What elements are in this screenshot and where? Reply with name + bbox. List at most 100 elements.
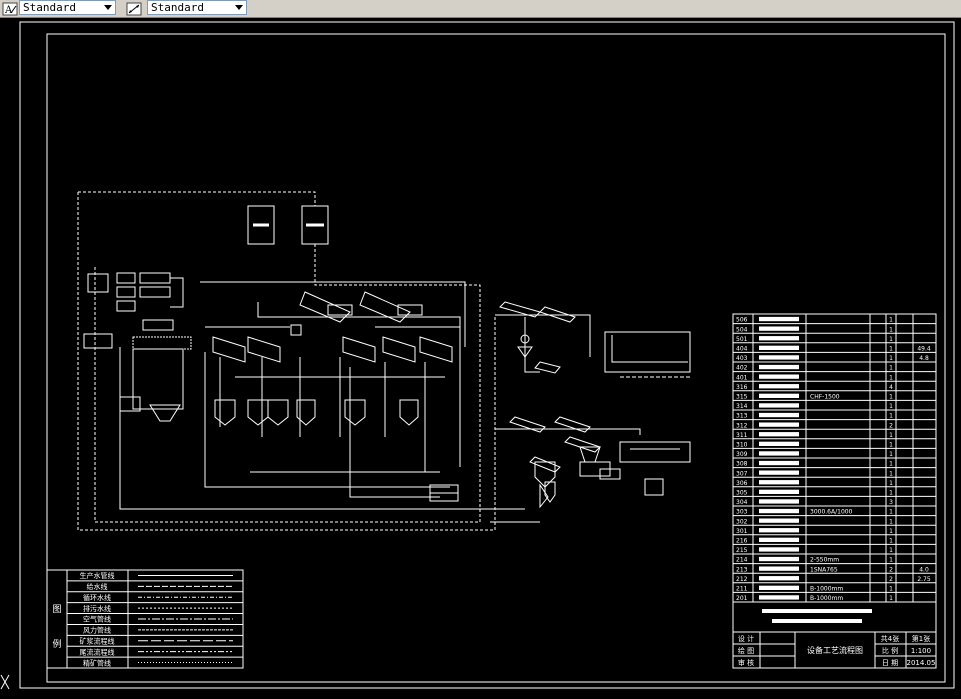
scale-value: 1:100	[911, 647, 931, 655]
chevron-down-icon[interactable]	[233, 2, 245, 13]
project-name-bar	[762, 609, 872, 613]
equipment-qty: 1	[889, 413, 893, 420]
equipment-power: 4.8	[919, 355, 929, 362]
legend-side-label: 例	[52, 638, 61, 650]
date-label: 日 期	[882, 659, 898, 667]
table-row: 212 2 2.75	[736, 576, 931, 583]
drawing-canvas[interactable]: 生产水管线 给水线 循环水线 排污水线 空气管线 风力管线 矿浆流程线 尾流流程线 精矿管线 图…	[0, 17, 961, 695]
legend-item-label: 排污水线	[83, 604, 111, 613]
text-style-select[interactable]: Standard	[19, 0, 116, 15]
equipment-qty: 1	[889, 461, 893, 468]
row-number: 312	[736, 422, 748, 429]
row-number: 403	[736, 355, 748, 362]
equipment-name-bar	[759, 480, 799, 485]
equipment-name-bar	[759, 470, 799, 475]
equipment-name-bar	[759, 576, 799, 581]
row-number: 501	[736, 336, 748, 343]
row-number: 316	[736, 384, 748, 391]
flow-schematic	[77, 191, 691, 531]
styles-toolbar: A Standard Standard	[0, 0, 961, 18]
row-number: 314	[736, 403, 748, 410]
equipment-name-bar	[759, 537, 799, 542]
legend-side-label: 图	[52, 604, 61, 615]
equipment-name-bar	[759, 422, 799, 427]
equipment-name-bar	[759, 316, 799, 322]
equipment-qty: 3	[889, 499, 893, 506]
equipment-name-bar	[759, 489, 799, 494]
row-number: 401	[736, 374, 748, 381]
equipment-qty: 1	[889, 365, 893, 372]
equipment-name-bar	[759, 528, 799, 533]
equipment-power: 4.0	[919, 566, 929, 573]
legend-item-label: 尾流流程线	[80, 647, 115, 656]
equipment-qty: 1	[889, 547, 893, 554]
equipment-power: 2.75	[917, 576, 931, 583]
equipment-spec: 3000.6A/1000	[810, 509, 853, 516]
row-number: 308	[736, 461, 748, 468]
equipment-name-bar	[759, 345, 799, 350]
text-style-icon[interactable]: A	[2, 1, 18, 16]
equipment-spec: 1SNA765	[810, 566, 838, 573]
row-number: 213	[736, 566, 748, 573]
equipment-qty: 1	[889, 537, 893, 544]
drafter-label: 绘 图	[738, 646, 754, 655]
equipment-power: 49.4	[917, 345, 931, 352]
equipment-qty: 1	[889, 355, 893, 362]
dimension-style-value: Standard	[151, 1, 204, 14]
equipment-spec: 2-550mm	[810, 557, 839, 564]
chevron-down-icon[interactable]	[102, 2, 114, 13]
title-block: 设 计 绘 图 审 核 设备工艺流程图 共4张 第1张 比 例 1:100 日 …	[732, 601, 937, 669]
equipment-name-bar	[759, 595, 799, 600]
legend-item-label: 风力管线	[83, 626, 111, 635]
table-row: 213 1SNA765 2 4.0	[736, 566, 929, 573]
equipment-name-bar	[759, 336, 799, 341]
equipment-qty: 1	[889, 317, 893, 324]
row-number: 306	[736, 480, 748, 487]
legend-item-label: 生产水管线	[80, 571, 115, 580]
text-style-value: Standard	[23, 1, 76, 14]
equipment-qty: 1	[889, 403, 893, 410]
date-value: 2014.05	[907, 659, 936, 667]
legend-item-label: 矿浆流程线	[80, 637, 115, 646]
legend-item-label: 给水线	[87, 582, 108, 591]
row-number: 303	[736, 509, 748, 516]
equipment-table: 506 1 504 1 501 1 404 1 49.4 403 1 4.8 402 1 401 1 316 4 3…	[732, 313, 937, 603]
equipment-qty: 2	[889, 576, 893, 583]
equipment-spec: B-1000mm	[810, 585, 843, 592]
row-number: 214	[736, 557, 748, 564]
equipment-spec: B-1000mm	[810, 595, 843, 602]
equipment-name-bar	[759, 547, 799, 552]
row-number: 315	[736, 393, 748, 400]
table-row: 403 1 4.8	[736, 355, 929, 362]
equipment-qty: 1	[889, 489, 893, 496]
row-number: 506	[736, 317, 748, 324]
equipment-qty: 1	[889, 518, 893, 525]
equipment-qty: 2	[889, 566, 893, 573]
equipment-name-bar	[759, 393, 799, 398]
drawing-title: 设备工艺流程图	[807, 645, 863, 655]
equipment-name-bar	[759, 556, 799, 562]
row-number: 313	[736, 413, 748, 420]
equipment-name-bar	[759, 518, 799, 523]
equipment-name-bar	[759, 432, 799, 437]
equipment-qty: 1	[889, 509, 893, 516]
equipment-name-bar	[759, 499, 799, 504]
equipment-spec: CHF-1500	[810, 393, 840, 400]
row-number: 404	[736, 345, 748, 352]
equipment-name-bar	[759, 403, 799, 408]
legend-item-label: 空气管线	[83, 615, 111, 624]
equipment-name-bar	[759, 441, 799, 446]
equipment-qty: 1	[889, 374, 893, 381]
dimension-style-icon[interactable]	[126, 1, 142, 16]
row-number: 216	[736, 537, 748, 544]
equipment-qty: 1	[889, 470, 893, 477]
equipment-name-bar	[759, 355, 799, 360]
equipment-name-bar	[759, 451, 799, 456]
equipment-name-bar	[759, 374, 799, 379]
equipment-qty: 1	[889, 336, 893, 343]
equipment-qty: 1	[889, 480, 893, 487]
row-number: 310	[736, 441, 748, 448]
row-number: 201	[736, 595, 748, 602]
ucs-icon	[0, 674, 10, 690]
dimension-style-select[interactable]: Standard	[147, 0, 247, 15]
